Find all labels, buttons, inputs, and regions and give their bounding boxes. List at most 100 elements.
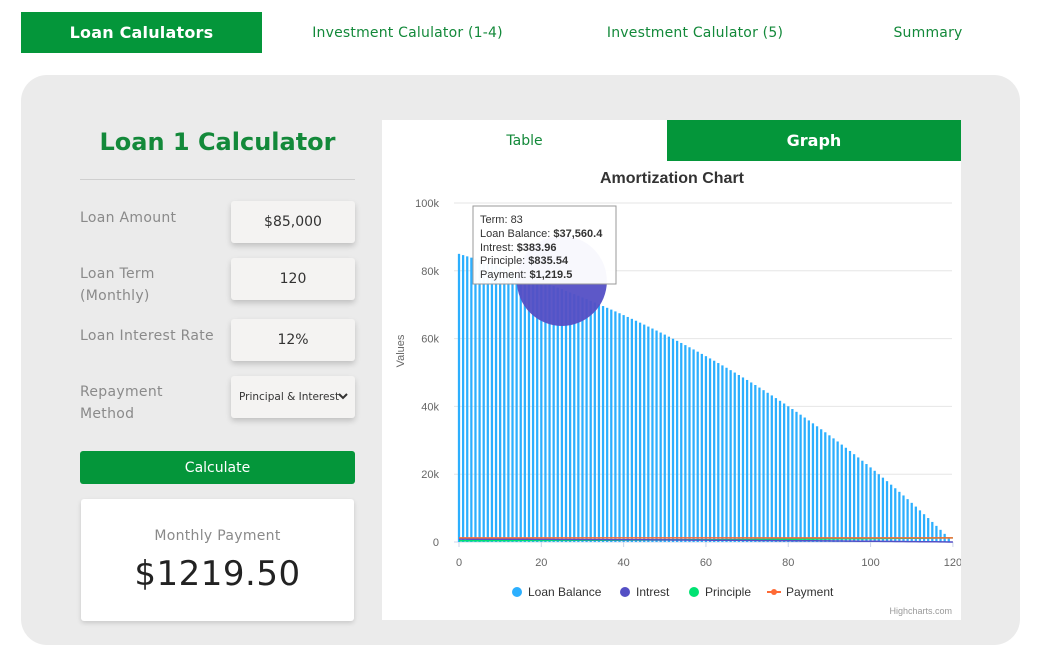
loan-balance-bar bbox=[730, 370, 732, 542]
loan-balance-bar bbox=[676, 341, 678, 542]
loan-balance-bar bbox=[771, 395, 773, 542]
loan-balance-bar bbox=[520, 274, 522, 542]
tooltip-balance: Loan Balance: $37,560.4 bbox=[480, 228, 603, 240]
top-navigation: Loan Calulators Investment Calulator (1-… bbox=[0, 0, 1047, 62]
y-tick-label: 20k bbox=[421, 469, 439, 481]
legend-item-loan-balance[interactable]: Loan Balance bbox=[528, 585, 602, 599]
y-tick-label: 60k bbox=[421, 334, 439, 346]
loan-balance-bar bbox=[692, 349, 694, 542]
loan-balance-bar bbox=[808, 420, 810, 542]
loan-balance-bar bbox=[610, 310, 612, 542]
loan-balance-bar bbox=[824, 432, 826, 542]
loan-balance-bar bbox=[594, 303, 596, 542]
loan-balance-bar bbox=[462, 255, 464, 542]
loan-term-input[interactable]: 120 bbox=[231, 258, 355, 300]
loan-amount-input[interactable]: $85,000 bbox=[231, 201, 355, 243]
loan-balance-bar bbox=[651, 329, 653, 542]
monthly-payment-card: Monthly Payment $1219.50 bbox=[81, 499, 354, 621]
repayment-method-value: Principal & Interest bbox=[239, 391, 339, 403]
repayment-method-label-line1: Repayment bbox=[80, 381, 163, 403]
chart-title: Amortization Chart bbox=[600, 170, 745, 187]
loan-balance-bar bbox=[799, 415, 801, 542]
loan-balance-bar bbox=[577, 296, 579, 542]
calculate-button[interactable]: Calculate bbox=[80, 451, 355, 484]
loan-balance-bar bbox=[865, 464, 867, 542]
x-tick-label: 60 bbox=[700, 557, 712, 569]
loan-balance-bar bbox=[738, 375, 740, 542]
loan-balance-bar bbox=[812, 423, 814, 542]
loan-balance-bar bbox=[647, 327, 649, 542]
calculator-title: Loan 1 Calculator bbox=[80, 128, 355, 156]
tooltip: Term: 83 Loan Balance: $37,560.4 Intrest… bbox=[473, 206, 616, 284]
chevron-down-icon bbox=[337, 390, 349, 402]
interest-rate-input[interactable]: 12% bbox=[231, 319, 355, 361]
monthly-payment-label: Monthly Payment bbox=[81, 528, 354, 544]
loan-balance-bar bbox=[795, 412, 797, 542]
loan-balance-bar bbox=[857, 457, 859, 542]
y-tick-label: 80k bbox=[421, 266, 439, 278]
loan-balance-bar bbox=[499, 267, 501, 542]
loan-balance-bar bbox=[750, 382, 752, 542]
loan-balance-bar bbox=[495, 266, 497, 542]
loan-balance-bar bbox=[511, 271, 513, 542]
loan-balance-bar bbox=[915, 507, 917, 542]
loan-balance-bar bbox=[622, 315, 624, 542]
x-tick-label: 40 bbox=[618, 557, 630, 569]
y-tick-label: 40k bbox=[421, 401, 439, 413]
legend-item-interest[interactable]: Intrest bbox=[636, 585, 670, 599]
loan-balance-bar bbox=[602, 306, 604, 542]
loan-balance-bar bbox=[585, 299, 587, 542]
loan-balance-bar bbox=[874, 471, 876, 542]
loan-balance-bar bbox=[742, 377, 744, 542]
x-tick-label: 80 bbox=[782, 557, 794, 569]
loan-balance-bar bbox=[515, 273, 517, 542]
loan-balance-bar bbox=[841, 445, 843, 542]
loan-term-label: Loan Term (Monthly) bbox=[80, 263, 155, 307]
tab-graph[interactable]: Graph bbox=[667, 120, 961, 161]
loan-balance-bar bbox=[507, 270, 509, 542]
loan-balance-bar bbox=[532, 278, 534, 542]
loan-balance-bar bbox=[590, 301, 592, 542]
x-tick-label: 20 bbox=[535, 557, 547, 569]
loan-balance-bar bbox=[697, 352, 699, 542]
loan-balance-bar bbox=[886, 481, 888, 542]
y-axis-ticks: 020k40k60k80k100k bbox=[415, 198, 439, 549]
loan-balance-bar bbox=[631, 319, 633, 542]
legend-item-principle[interactable]: Principle bbox=[705, 585, 751, 599]
loan-balance-bar bbox=[688, 347, 690, 542]
loan-balance-bar bbox=[470, 258, 472, 542]
nav-tab-summary[interactable]: Summary bbox=[880, 12, 976, 53]
loan-balance-bar bbox=[890, 485, 892, 542]
tab-table[interactable]: Table bbox=[382, 120, 667, 161]
loan-balance-bar bbox=[536, 280, 538, 542]
loan-balance-bar bbox=[816, 426, 818, 542]
loan-balance-bar bbox=[474, 259, 476, 542]
nav-tab-investment-calculator-5[interactable]: Investment Calulator (5) bbox=[590, 12, 800, 53]
chart-credit[interactable]: Highcharts.com bbox=[889, 606, 952, 616]
legend-item-payment[interactable]: Payment bbox=[786, 585, 834, 599]
loan-balance-bar bbox=[721, 365, 723, 542]
loan-balance-bar bbox=[783, 404, 785, 542]
loan-balance-bar bbox=[754, 385, 756, 542]
loan-balance-bar bbox=[635, 321, 637, 542]
loan-balance-bar bbox=[898, 492, 900, 542]
loan-balance-bar bbox=[828, 435, 830, 542]
loan-balance-bar bbox=[639, 323, 641, 542]
nav-tab-loan-calculators[interactable]: Loan Calulators bbox=[21, 12, 262, 53]
loan-balance-bar bbox=[709, 358, 711, 542]
loan-balance-bar bbox=[906, 499, 908, 542]
tooltip-interest: Intrest: $383.96 bbox=[480, 242, 556, 254]
repayment-method-select[interactable]: Principal & Interest bbox=[231, 376, 355, 418]
loan-balance-bar bbox=[680, 343, 682, 542]
loan-balance-bar bbox=[655, 331, 657, 542]
x-tick-label: 100 bbox=[861, 557, 879, 569]
loan-balance-bar bbox=[845, 448, 847, 542]
loan-balance-bar bbox=[902, 495, 904, 542]
loan-balance-bar bbox=[939, 530, 941, 542]
nav-tab-investment-calculator-1-4[interactable]: Investment Calulator (1-4) bbox=[300, 12, 515, 53]
loan-balance-bar bbox=[618, 313, 620, 542]
loan-balance-bar bbox=[643, 325, 645, 542]
loan-balance-bar bbox=[660, 333, 662, 542]
y-tick-label: 100k bbox=[415, 198, 439, 210]
loan-balance-bar bbox=[458, 254, 460, 542]
